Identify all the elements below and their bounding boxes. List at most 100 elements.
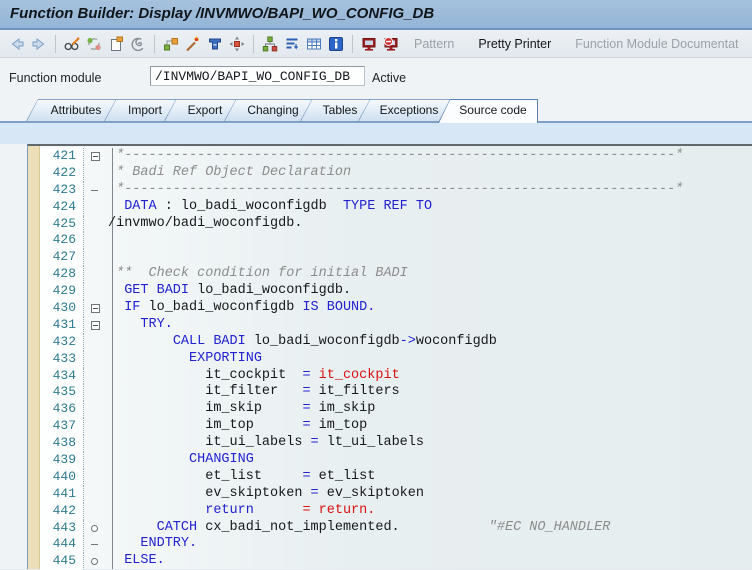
fold-circle-icon[interactable] <box>91 525 98 532</box>
fold-box-icon[interactable] <box>91 152 100 161</box>
code-line[interactable]: 432 CALL BADI lo_badi_woconfigdb->woconf… <box>40 334 752 351</box>
source-code-editor[interactable]: 421 *-----------------------------------… <box>27 144 752 569</box>
code-line[interactable]: 421 *-----------------------------------… <box>40 148 752 165</box>
panel-top-strip <box>0 123 752 144</box>
code-line[interactable]: 442 return = return. <box>40 503 752 520</box>
code-line[interactable]: 440 et_list = et_list <box>40 469 752 486</box>
code-text[interactable]: im_skip = im_skip <box>108 401 752 418</box>
code-text[interactable]: CATCH cx_badi_not_implemented. "#EC NO_H… <box>108 520 752 537</box>
code-line[interactable]: 428 ** Check condition for initial BADI <box>40 266 752 283</box>
code-line[interactable]: 426 <box>40 232 752 249</box>
code-line[interactable]: 429 GET BADI lo_badi_woconfigdb. <box>40 283 752 300</box>
status-active-label: Active <box>372 71 406 85</box>
code-text[interactable]: it_ui_labels = lt_ui_labels <box>108 435 752 452</box>
sort-icon[interactable] <box>281 34 303 54</box>
code-text[interactable]: et_list = et_list <box>108 469 752 486</box>
code-text[interactable]: DATA : lo_badi_woconfigdb TYPE REF TO <box>108 199 752 216</box>
tab-exceptions[interactable]: Exceptions <box>358 99 450 121</box>
fold-margin <box>84 300 108 317</box>
line-number: 443 <box>40 520 84 537</box>
line-number: 437 <box>40 418 84 435</box>
info-icon[interactable] <box>325 34 347 54</box>
fold-margin <box>84 216 108 233</box>
line-number: 424 <box>40 199 84 216</box>
back-icon[interactable] <box>6 34 28 54</box>
code-text[interactable]: it_filter = it_filters <box>108 384 752 401</box>
code-area[interactable]: 421 *-----------------------------------… <box>40 148 752 570</box>
code-text[interactable]: ELSE. <box>108 553 752 570</box>
copy-icon[interactable] <box>105 34 127 54</box>
code-line[interactable]: 424 DATA : lo_badi_woconfigdb TYPE REF T… <box>40 199 752 216</box>
code-text[interactable] <box>108 232 752 249</box>
fold-tick-icon[interactable] <box>91 544 98 545</box>
line-number: 428 <box>40 266 84 283</box>
code-line[interactable]: 444 ENDTRY. <box>40 536 752 553</box>
code-line[interactable]: 436 im_skip = im_skip <box>40 401 752 418</box>
session-icon[interactable] <box>358 34 380 54</box>
fold-margin <box>84 368 108 385</box>
code-text[interactable]: EXPORTING <box>108 351 752 368</box>
table-icon[interactable] <box>303 34 325 54</box>
code-line[interactable]: 441 ev_skiptoken = ev_skiptoken <box>40 486 752 503</box>
code-line[interactable]: 443 CATCH cx_badi_not_implemented. "#EC … <box>40 520 752 537</box>
code-line[interactable]: 439 CHANGING <box>40 452 752 469</box>
fold-circle-icon[interactable] <box>91 558 98 565</box>
function-module-input[interactable] <box>150 66 365 86</box>
fold-margin <box>84 418 108 435</box>
code-line[interactable]: 430 IF lo_badi_woconfigdb IS BOUND. <box>40 300 752 317</box>
where-used-icon[interactable] <box>160 34 182 54</box>
code-line[interactable]: 423 *-----------------------------------… <box>40 182 752 199</box>
code-line[interactable]: 438 it_ui_labels = lt_ui_labels <box>40 435 752 452</box>
code-line[interactable]: 435 it_filter = it_filters <box>40 384 752 401</box>
code-line[interactable]: 425/invmwo/badi_woconfigdb. <box>40 216 752 233</box>
fold-margin <box>84 486 108 503</box>
code-line[interactable]: 427 <box>40 249 752 266</box>
code-text[interactable]: *---------------------------------------… <box>108 148 752 165</box>
tab-label: Source code <box>438 99 538 117</box>
code-line[interactable]: 445 ELSE. <box>40 553 752 570</box>
line-number: 433 <box>40 351 84 368</box>
code-text[interactable]: TRY. <box>108 317 752 334</box>
code-line[interactable]: 433 EXPORTING <box>40 351 752 368</box>
code-text[interactable]: ENDTRY. <box>108 536 752 553</box>
tab-label: Attributes <box>26 99 116 117</box>
line-number: 442 <box>40 503 84 520</box>
code-text[interactable] <box>108 249 752 266</box>
code-text[interactable]: ev_skiptoken = ev_skiptoken <box>108 486 752 503</box>
code-line[interactable]: 434 it_cockpit = it_cockpit <box>40 368 752 385</box>
code-text[interactable]: CALL BADI lo_badi_woconfigdb->woconfigdb <box>108 334 752 351</box>
stop-session-icon[interactable] <box>380 34 402 54</box>
code-text[interactable]: GET BADI lo_badi_woconfigdb. <box>108 283 752 300</box>
navigate-icon[interactable] <box>226 34 248 54</box>
function-module-row: Function module Active <box>0 58 752 99</box>
code-text[interactable]: *---------------------------------------… <box>108 182 752 199</box>
code-line[interactable]: 437 im_top = im_top <box>40 418 752 435</box>
wand-icon[interactable] <box>182 34 204 54</box>
code-text[interactable]: /invmwo/badi_woconfigdb. <box>108 216 752 233</box>
code-line[interactable]: 431 TRY. <box>40 317 752 334</box>
code-text[interactable]: im_top = im_top <box>108 418 752 435</box>
pretty-printer-button[interactable]: Pretty Printer <box>478 37 551 51</box>
code-text[interactable]: it_cockpit = it_cockpit <box>108 368 752 385</box>
clamp-icon[interactable] <box>204 34 226 54</box>
code-text[interactable]: ** Check condition for initial BADI <box>108 266 752 283</box>
fold-box-icon[interactable] <box>91 304 100 313</box>
tabstrip: AttributesImportExportChangingTablesExce… <box>0 99 752 123</box>
fold-box-icon[interactable] <box>91 321 100 330</box>
spiral-icon[interactable] <box>127 34 149 54</box>
fold-tick-icon[interactable] <box>91 190 98 191</box>
work-area: Function module Active AttributesImportE… <box>0 58 752 569</box>
tab-source-code[interactable]: Source code <box>438 99 538 123</box>
tab-attributes[interactable]: Attributes <box>26 99 116 121</box>
editor-drag-margin[interactable] <box>28 146 40 569</box>
hierarchy-icon[interactable] <box>259 34 281 54</box>
tab-changing[interactable]: Changing <box>224 99 312 121</box>
display-change-icon[interactable] <box>61 34 83 54</box>
refresh-icon[interactable] <box>83 34 105 54</box>
code-line[interactable]: 422 * Badi Ref Object Declaration <box>40 165 752 182</box>
forward-icon[interactable] <box>28 34 50 54</box>
code-text[interactable]: IF lo_badi_woconfigdb IS BOUND. <box>108 300 752 317</box>
code-text[interactable]: return = return. <box>108 503 752 520</box>
code-text[interactable]: CHANGING <box>108 452 752 469</box>
code-text[interactable]: * Badi Ref Object Declaration <box>108 165 752 182</box>
